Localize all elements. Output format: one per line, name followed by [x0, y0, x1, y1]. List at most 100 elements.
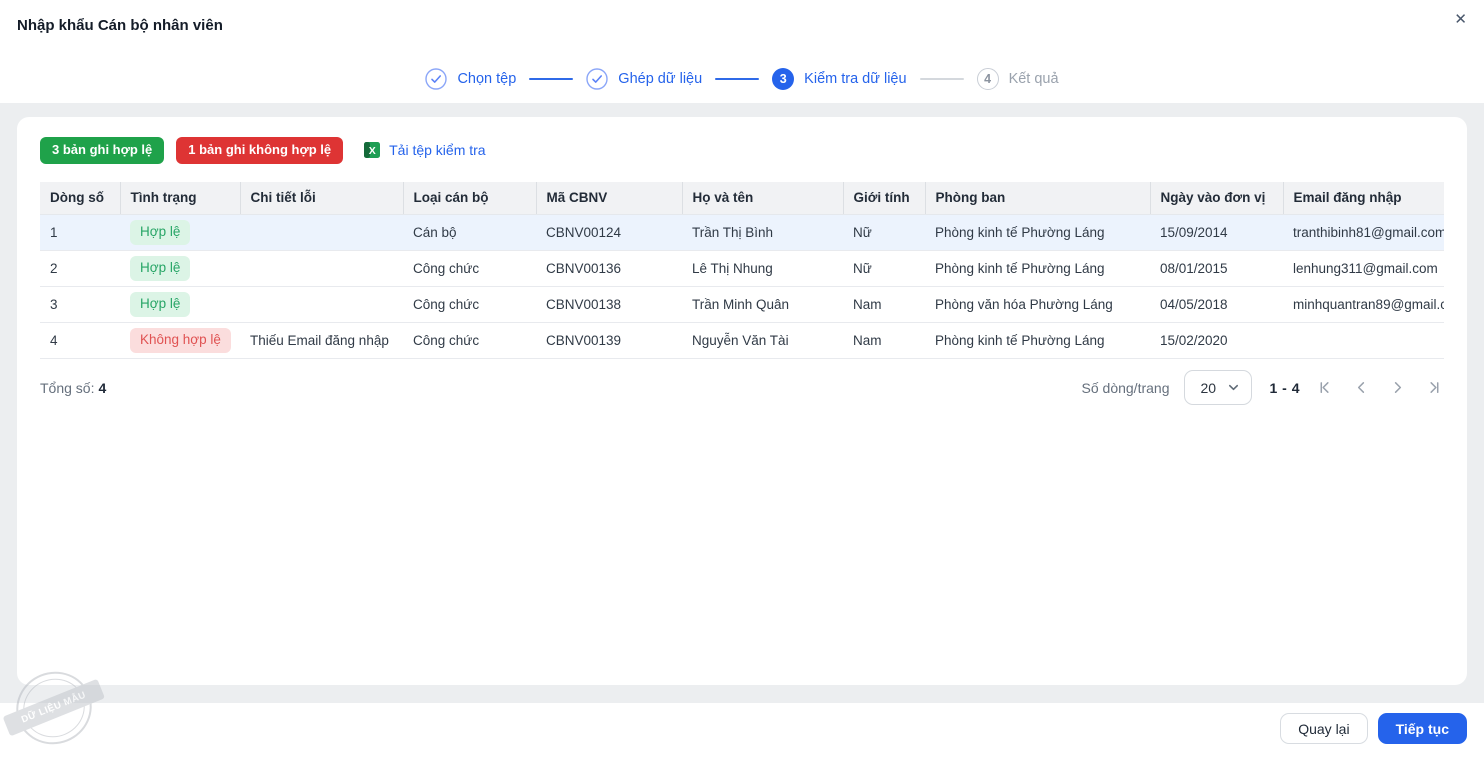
cell-status: Không hợp lệ [120, 322, 240, 360]
step-check-data[interactable]: 3 Kiểm tra dữ liệu [772, 68, 907, 90]
cell-gender: Nam [843, 286, 925, 324]
stepper-connector [919, 78, 964, 80]
cell-gender: Nam [843, 322, 925, 360]
column-header: Tình trạng [120, 181, 241, 216]
step-done-check-icon [586, 68, 608, 90]
cell-status: Hợp lệ [120, 250, 240, 288]
step-number-active: 3 [772, 68, 795, 90]
close-icon[interactable]: ✕ [1454, 12, 1467, 27]
validation-card: 3 bản ghi hợp lệ 1 bản ghi không hợp lệ … [17, 117, 1467, 685]
cell-department: Phòng văn hóa Phường Láng [925, 286, 1150, 324]
cell-join-date: 15/02/2020 [1150, 322, 1283, 360]
next-page-button[interactable] [1387, 380, 1408, 395]
cell-full-name: Trần Minh Quân [682, 286, 843, 324]
first-page-button[interactable] [1315, 380, 1336, 395]
cell-gender: Nữ [843, 250, 925, 288]
stepper: Chọn tệp Ghép dữ liệu 3 Kiểm tra dữ liệu… [0, 68, 1484, 90]
column-header: Dòng số [40, 181, 121, 216]
total-value: 4 [98, 379, 107, 396]
column-header: Ngày vào đơn vị [1150, 181, 1284, 216]
step-result[interactable]: 4 Kết quả [976, 68, 1059, 90]
column-header: Phòng ban [925, 181, 1151, 216]
rows-per-page-label: Số dòng/trang [1081, 379, 1170, 396]
cell-department: Phòng kinh tế Phường Láng [925, 250, 1150, 288]
stepper-connector [715, 78, 760, 80]
column-header: Họ và tên [682, 181, 844, 216]
cell-full-name: Nguyễn Văn Tài [682, 322, 843, 360]
continue-button[interactable]: Tiếp tục [1377, 713, 1467, 744]
step-label: Ghép dữ liệu [618, 71, 703, 87]
cell-error-detail: Thiếu Email đăng nhập [240, 322, 403, 360]
page-size-select[interactable]: 20 [1184, 370, 1253, 406]
cell-staff-type: Cán bộ [403, 214, 536, 252]
status-badge: Hợp lệ [130, 256, 191, 282]
cell-staff-type: Công chức [403, 250, 536, 288]
page-size-value: 20 [1200, 379, 1217, 396]
cell-staff-code: CBNV00139 [536, 322, 682, 360]
valid-records-badge: 3 bản ghi hợp lệ [40, 137, 165, 164]
cell-status: Hợp lệ [120, 286, 240, 324]
import-staff-dialog: Nhập khẩu Cán bộ nhân viên ✕ Chọn tệp Gh… [0, 0, 1484, 756]
step-label: Chọn tệp [457, 71, 517, 87]
cell-row-number: 1 [40, 214, 120, 252]
column-header: Email đăng nhập [1283, 181, 1444, 216]
cell-staff-code: CBNV00136 [536, 250, 682, 288]
table-row[interactable]: 2 Hợp lệ Công chức CBNV00136 Lê Thị Nhun… [40, 250, 1444, 288]
cell-row-number: 4 [40, 322, 120, 360]
cell-staff-code: CBNV00124 [536, 214, 682, 252]
status-badge: Không hợp lệ [130, 328, 231, 354]
table-row[interactable]: 4 Không hợp lệ Thiếu Email đăng nhập Côn… [40, 322, 1444, 360]
status-badge: Hợp lệ [130, 292, 191, 318]
dialog-body: 3 bản ghi hợp lệ 1 bản ghi không hợp lệ … [0, 103, 1484, 703]
status-badge: Hợp lệ [130, 220, 191, 246]
step-done-check-icon [425, 68, 448, 90]
column-header: Loại cán bộ [403, 181, 537, 216]
download-check-file-link[interactable]: X Tải tệp kiểm tra [363, 141, 486, 159]
invalid-records-badge: 1 bản ghi không hợp lệ [176, 137, 344, 164]
cell-join-date: 15/09/2014 [1150, 214, 1283, 252]
download-link-label: Tải tệp kiểm tra [389, 142, 486, 159]
table-row[interactable]: 3 Hợp lệ Công chức CBNV00138 Trần Minh Q… [40, 286, 1444, 324]
cell-full-name: Trần Thị Bình [682, 214, 843, 252]
total-label: Tổng số: [40, 379, 95, 396]
cell-email: minhquantran89@gmail.com [1283, 286, 1444, 324]
cell-email: tranthibinh81@gmail.com [1283, 214, 1444, 252]
step-label: Kết quả [1008, 71, 1059, 87]
table-header-row: Dòng số Tình trạng Chi tiết lỗi Loại cán bộ… [40, 181, 1444, 216]
cell-row-number: 3 [40, 286, 120, 324]
cell-status: Hợp lệ [120, 214, 240, 252]
cell-full-name: Lê Thị Nhung [682, 250, 843, 288]
previous-page-button[interactable] [1351, 380, 1372, 395]
step-number-pending: 4 [976, 68, 999, 90]
step-choose-file[interactable]: Chọn tệp [425, 68, 516, 90]
cell-email [1283, 322, 1444, 360]
column-header: Mã CBNV [536, 181, 683, 216]
last-page-button[interactable] [1423, 380, 1444, 395]
back-button[interactable]: Quay lại [1280, 713, 1368, 744]
cell-gender: Nữ [843, 214, 925, 252]
cell-join-date: 08/01/2015 [1150, 250, 1283, 288]
step-map-data[interactable]: Ghép dữ liệu [586, 68, 702, 90]
cell-department: Phòng kinh tế Phường Láng [925, 214, 1150, 252]
cell-staff-code: CBNV00138 [536, 286, 682, 324]
dialog-title: Nhập khẩu Cán bộ nhân viên [17, 17, 223, 34]
step-label: Kiểm tra dữ liệu [804, 71, 907, 87]
cell-error-detail [240, 250, 403, 288]
page-range: 1 - 4 [1269, 379, 1300, 396]
summary-row: 3 bản ghi hợp lệ 1 bản ghi không hợp lệ … [40, 137, 1444, 164]
column-header: Chi tiết lỗi [240, 181, 404, 216]
table-row[interactable]: 1 Hợp lệ Cán bộ CBNV00124 Trần Thị Bình … [40, 214, 1444, 252]
total-count: Tổng số: 4 [40, 380, 106, 396]
pagination-bar: Tổng số: 4 Số dòng/trang 20 1 - 4 [40, 370, 1444, 406]
dialog-footer: Quay lại Tiếp tục [0, 703, 1484, 754]
cell-join-date: 04/05/2018 [1150, 286, 1283, 324]
cell-staff-type: Công chức [403, 286, 536, 324]
cell-row-number: 2 [40, 250, 120, 288]
cell-error-detail [240, 214, 403, 252]
cell-staff-type: Công chức [403, 322, 536, 360]
svg-text:X: X [369, 145, 376, 157]
dialog-header: Nhập khẩu Cán bộ nhân viên ✕ Chọn tệp Gh… [0, 0, 1484, 103]
validation-table: Dòng số Tình trạng Chi tiết lỗi Loại cán bộ… [40, 181, 1444, 360]
chevron-down-icon [1227, 381, 1240, 394]
stepper-connector [529, 78, 574, 80]
